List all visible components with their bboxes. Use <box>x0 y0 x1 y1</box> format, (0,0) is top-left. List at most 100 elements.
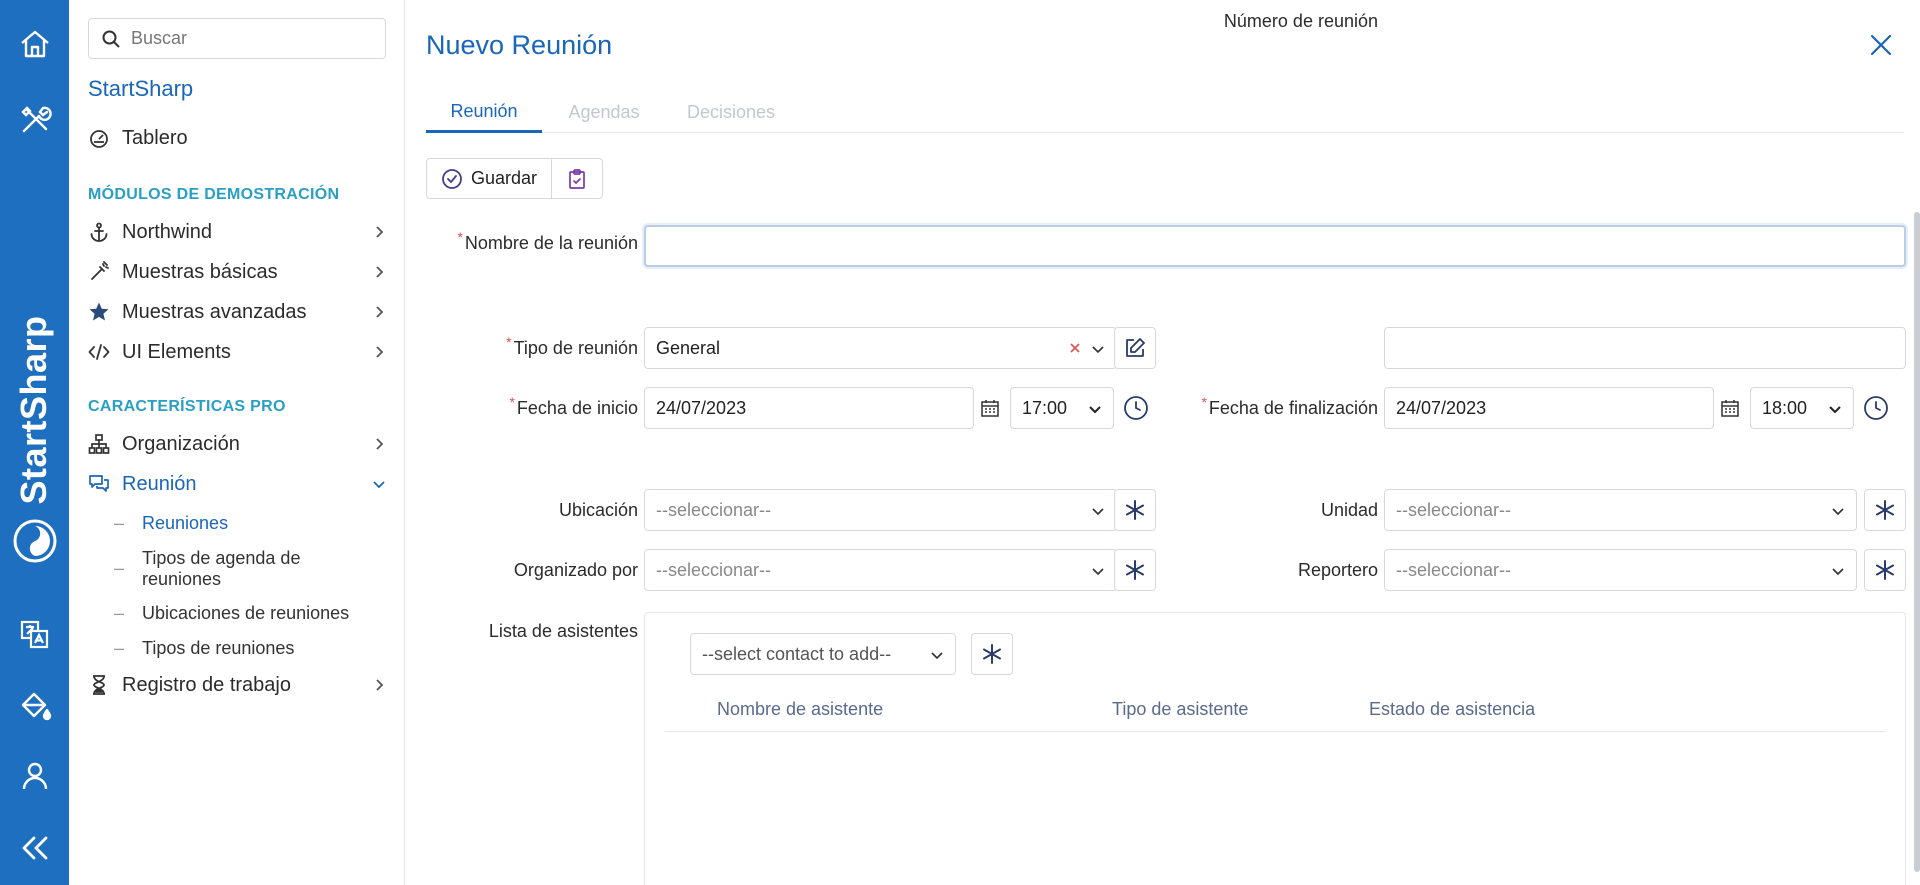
sidebar-item-dashboard[interactable]: Tablero <box>88 123 388 153</box>
sidebar-item-basic-samples[interactable]: Muestras básicas <box>88 257 388 287</box>
asterisk-icon <box>1126 560 1144 580</box>
start-time-value: 17:00 <box>1022 397 1068 418</box>
sidebar-item-label: Reunión <box>122 472 197 495</box>
add-location-button[interactable] <box>1114 489 1156 531</box>
end-time-value: 18:00 <box>1762 397 1808 418</box>
add-contact-button[interactable] <box>971 633 1013 675</box>
reporter-placeholder: --seleccionar-- <box>1396 559 1512 580</box>
meeting-type-select[interactable]: General <box>644 327 1117 369</box>
meeting-type-value: General <box>656 337 721 358</box>
sidebar-item-work-log[interactable]: Registro de trabajo <box>88 670 388 700</box>
asterisk-icon <box>1876 500 1894 520</box>
home-icon[interactable] <box>0 16 69 72</box>
clock-icon[interactable] <box>1862 394 1890 422</box>
end-label-text: Fecha de finalización <box>1208 398 1378 418</box>
sidebar-brand[interactable]: StartSharp <box>88 76 193 102</box>
check-circle-icon <box>442 168 462 189</box>
column-attendee-type[interactable]: Tipo de asistente <box>1112 699 1248 720</box>
sidebar-item-label: UI Elements <box>122 340 231 363</box>
required-marker: * <box>1201 394 1207 410</box>
required-marker: * <box>457 229 463 245</box>
close-icon[interactable] <box>1868 32 1894 58</box>
sidebar-subitem-locations[interactable]: – Ubicaciones de reuniones <box>114 603 374 624</box>
sidebar-subitem-meeting-types[interactable]: – Tipos de reuniones <box>114 638 374 659</box>
edit-icon <box>1126 338 1145 357</box>
user-icon[interactable] <box>0 748 69 804</box>
unit-select[interactable]: --seleccionar-- <box>1384 489 1857 531</box>
name-label: * Nombre de la reunión <box>426 222 638 264</box>
hourglass-icon <box>88 674 110 696</box>
chevron-right-icon <box>376 266 384 278</box>
type-label-text: Tipo de reunión <box>513 338 638 358</box>
add-reporter-button[interactable] <box>1864 549 1906 591</box>
column-attendee-name[interactable]: Nombre de asistente <box>717 699 883 720</box>
sidebar-search[interactable] <box>88 18 386 59</box>
sidebar-item-meeting[interactable]: Reunión <box>88 469 388 499</box>
clipboard-check-button[interactable] <box>551 159 602 198</box>
location-select[interactable]: --seleccionar-- <box>644 489 1117 531</box>
sidebar-item-label: Muestras avanzadas <box>122 300 307 323</box>
clear-icon[interactable] <box>1066 339 1084 357</box>
clock-icon[interactable] <box>1122 394 1150 422</box>
app-rail: StartSharp <box>0 0 69 885</box>
tools-icon[interactable] <box>0 92 69 148</box>
chat-bubbles-icon <box>88 473 110 495</box>
brand-vertical-text: StartSharp <box>13 315 54 505</box>
add-unit-button[interactable] <box>1864 489 1906 531</box>
sidebar-subitem-agenda-types[interactable]: – Tipos de agenda de reuniones <box>114 548 374 590</box>
sidebar-item-advanced-samples[interactable]: Muestras avanzadas <box>88 297 388 327</box>
tab-bar: Reunión Agendas Decisiones <box>426 92 1904 133</box>
meeting-name-input[interactable] <box>644 225 1906 267</box>
chevron-right-icon <box>376 438 384 450</box>
reporter-label: Reportero <box>1297 560 1378 580</box>
column-attendance-status[interactable]: Estado de asistencia <box>1369 699 1535 720</box>
dash-marker: – <box>114 558 125 578</box>
sidebar-item-label: Tablero <box>122 126 188 149</box>
asterisk-icon <box>1126 500 1144 520</box>
sidebar-item-northwind[interactable]: Northwind <box>88 217 388 247</box>
clipboard-check-icon <box>569 168 585 189</box>
contact-select[interactable]: --select contact to add-- <box>690 633 956 675</box>
end-date-input[interactable]: 24/07/2023 <box>1384 387 1714 429</box>
double-chevron-left-icon[interactable] <box>0 820 69 876</box>
meeting-number-input[interactable] <box>1384 327 1906 369</box>
scrollbar[interactable] <box>1914 212 1920 872</box>
sidebar-subitem-meetings[interactable]: – Reuniones <box>114 513 374 534</box>
end-label: * Fecha de finalización <box>1166 387 1378 429</box>
end-time-select[interactable]: 18:00 <box>1750 387 1854 429</box>
attendees-label: Lista de asistentes <box>488 621 638 641</box>
start-date-input[interactable]: 24/07/2023 <box>644 387 974 429</box>
dash-marker: – <box>114 603 125 623</box>
tab-agendas[interactable]: Agendas <box>542 92 666 133</box>
chevron-right-icon <box>376 306 384 318</box>
table-header-divider <box>665 731 1885 732</box>
tab-decisions[interactable]: Decisiones <box>666 92 796 133</box>
paint-bucket-icon[interactable] <box>0 678 69 734</box>
edit-type-button[interactable] <box>1114 327 1156 369</box>
calendar-icon[interactable] <box>1720 398 1740 418</box>
save-button[interactable]: Guardar <box>427 159 551 198</box>
asterisk-icon <box>983 644 1001 664</box>
magic-wand-icon <box>88 261 110 283</box>
translate-icon[interactable] <box>0 606 69 662</box>
sidebar-item-ui-elements[interactable]: UI Elements <box>88 337 388 367</box>
chevron-down-icon <box>1092 508 1104 516</box>
calendar-icon[interactable] <box>980 398 1000 418</box>
chevron-down-icon <box>1092 568 1104 576</box>
section-demo: MÓDULOS DE DEMOSTRACIÓN <box>88 186 340 203</box>
tab-meeting[interactable]: Reunión <box>426 92 542 133</box>
chevron-down-icon <box>1832 508 1844 516</box>
page-title: Nuevo Reunión <box>426 30 613 60</box>
search-input[interactable] <box>131 28 371 49</box>
gauge-icon <box>88 127 110 149</box>
sidebar-item-organization[interactable]: Organización <box>88 429 388 459</box>
organizer-placeholder: --seleccionar-- <box>656 559 772 580</box>
organizer-select[interactable]: --seleccionar-- <box>644 549 1117 591</box>
dialog: Nuevo Reunión Reunión Agendas Decisiones… <box>406 0 1920 885</box>
sidebar-item-label: Organización <box>122 432 240 455</box>
start-time-select[interactable]: 17:00 <box>1010 387 1114 429</box>
add-organizer-button[interactable] <box>1114 549 1156 591</box>
reporter-select[interactable]: --seleccionar-- <box>1384 549 1857 591</box>
chevron-down-icon <box>1092 346 1104 354</box>
search-icon <box>102 30 120 48</box>
